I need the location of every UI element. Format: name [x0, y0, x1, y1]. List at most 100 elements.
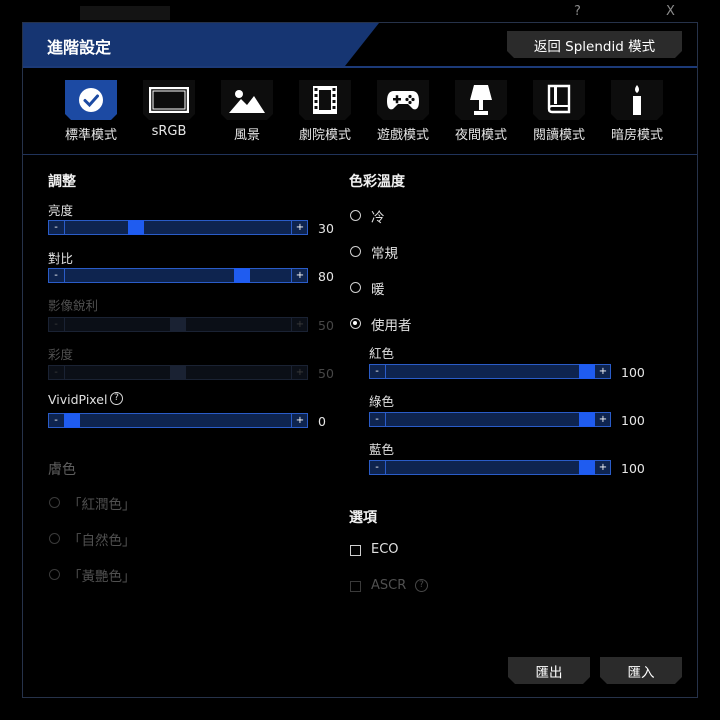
adjust-heading: 調整: [48, 174, 76, 190]
mode-darkroom[interactable]: 暗房模式: [599, 80, 675, 143]
mode-theater[interactable]: 劇院模式: [287, 80, 363, 143]
slider-track: [48, 413, 308, 428]
book-icon: [533, 80, 585, 120]
slider-track: [48, 220, 308, 235]
red-slider[interactable]: - +: [369, 364, 611, 379]
green-value: 100: [621, 413, 645, 428]
ascr-label: ASCR: [371, 578, 407, 593]
color-temp-option[interactable]: 冷: [371, 206, 385, 226]
slider-thumb[interactable]: [128, 220, 144, 235]
landscape-icon: [221, 80, 273, 120]
brightness-slider[interactable]: - +: [48, 220, 308, 235]
contrast-slider[interactable]: - +: [48, 268, 308, 283]
gamepad-icon: [377, 80, 429, 120]
decrease-button[interactable]: -: [48, 220, 65, 235]
increase-button[interactable]: +: [291, 413, 308, 428]
skin-tone-option: 「紅潤色」: [68, 497, 136, 513]
slider-thumb[interactable]: [579, 460, 595, 475]
brightness-label: 亮度: [48, 203, 74, 218]
saturation-label: 彩度: [48, 347, 74, 362]
color-temp-option[interactable]: 常規: [371, 242, 398, 262]
mode-label: 遊戲模式: [376, 128, 429, 143]
mode-reading[interactable]: 閱讀模式: [521, 80, 597, 143]
color-temp-option[interactable]: 暖: [371, 278, 385, 298]
decrease-button[interactable]: -: [48, 413, 65, 428]
slider-thumb[interactable]: [579, 364, 595, 379]
import-label: 匯入: [627, 664, 655, 681]
color-temp-radio-cool[interactable]: [350, 210, 361, 221]
blue-slider[interactable]: - +: [369, 460, 611, 475]
blue-value: 100: [621, 461, 645, 476]
skin-tone-radio: [49, 497, 60, 508]
lamp-icon: [455, 80, 507, 120]
contrast-label: 對比: [48, 251, 74, 266]
green-slider[interactable]: - +: [369, 412, 611, 427]
export-button[interactable]: 匯出: [508, 657, 590, 684]
color-temp-radio-warm[interactable]: [350, 282, 361, 293]
slider-thumb: [170, 317, 186, 332]
import-button[interactable]: 匯入: [600, 657, 682, 684]
close-button[interactable]: X: [666, 4, 675, 19]
brightness-value: 30: [318, 221, 334, 236]
minimize-button[interactable]: ?: [574, 4, 581, 19]
slider-thumb: [170, 365, 186, 380]
check-icon: [65, 80, 117, 120]
vividpixel-value: 0: [318, 414, 326, 429]
eco-label[interactable]: ECO: [371, 542, 399, 557]
color-temp-heading: 色彩溫度: [349, 174, 405, 190]
export-label: 匯出: [535, 664, 563, 681]
skin-tone-heading: 膚色: [48, 462, 76, 478]
help-icon: ?: [415, 579, 428, 592]
mode-label: 標準模式: [64, 128, 117, 143]
skin-tone-option: 「自然色」: [68, 533, 136, 549]
decrease-button[interactable]: -: [48, 268, 65, 283]
mode-night[interactable]: 夜間模式: [443, 80, 519, 143]
color-temp-radio-normal[interactable]: [350, 246, 361, 257]
slider-thumb[interactable]: [234, 268, 250, 283]
increase-button: +: [291, 365, 308, 380]
increase-button[interactable]: +: [291, 268, 308, 283]
mode-game[interactable]: 遊戲模式: [365, 80, 441, 143]
slider-thumb[interactable]: [64, 413, 80, 428]
color-temp-radio-user[interactable]: [350, 318, 361, 329]
monitor-icon: [143, 80, 195, 120]
increase-button[interactable]: +: [594, 412, 611, 427]
sharpness-slider: - +: [48, 317, 308, 332]
red-value: 100: [621, 365, 645, 380]
skin-tone-option: 「黃艷色」: [68, 569, 136, 585]
blue-label: 藍色: [369, 442, 395, 457]
sharpness-value: 50: [318, 318, 334, 333]
slider-thumb[interactable]: [579, 412, 595, 427]
saturation-slider: - +: [48, 365, 308, 380]
candle-icon: [611, 80, 663, 120]
increase-button[interactable]: +: [594, 460, 611, 475]
slider-track: [369, 412, 611, 427]
decrease-button[interactable]: -: [369, 364, 386, 379]
decrease-button[interactable]: -: [369, 412, 386, 427]
skin-tone-radio: [49, 533, 60, 544]
mode-standard[interactable]: 標準模式: [53, 80, 129, 143]
help-icon[interactable]: ?: [110, 392, 123, 405]
slider-track: [369, 460, 611, 475]
mode-scenery[interactable]: 風景: [209, 80, 285, 143]
increase-button[interactable]: +: [594, 364, 611, 379]
options-heading: 選項: [349, 510, 377, 526]
film-icon: [299, 80, 351, 120]
mode-label: 風景: [233, 128, 260, 143]
contrast-value: 80: [318, 269, 334, 284]
back-to-splendid-button[interactable]: 返回 Splendid 模式: [507, 31, 682, 58]
advanced-settings-dialog: 進階設定 返回 Splendid 模式 標準模式 sRGB 風景 劇院模式 遊戲…: [22, 22, 698, 698]
increase-button: +: [291, 317, 308, 332]
slider-track: [48, 268, 308, 283]
increase-button[interactable]: +: [291, 220, 308, 235]
red-label: 紅色: [369, 346, 395, 361]
decrease-button[interactable]: -: [369, 460, 386, 475]
eco-checkbox[interactable]: [350, 545, 361, 556]
mode-srgb[interactable]: sRGB: [131, 80, 207, 139]
saturation-value: 50: [318, 366, 334, 381]
mode-label: 夜間模式: [454, 128, 507, 143]
color-temp-option[interactable]: 使用者: [371, 314, 412, 334]
sharpness-label: 影像銳利: [48, 298, 99, 313]
vividpixel-slider[interactable]: - +: [48, 413, 308, 428]
vividpixel-label: VividPixel: [48, 392, 108, 407]
